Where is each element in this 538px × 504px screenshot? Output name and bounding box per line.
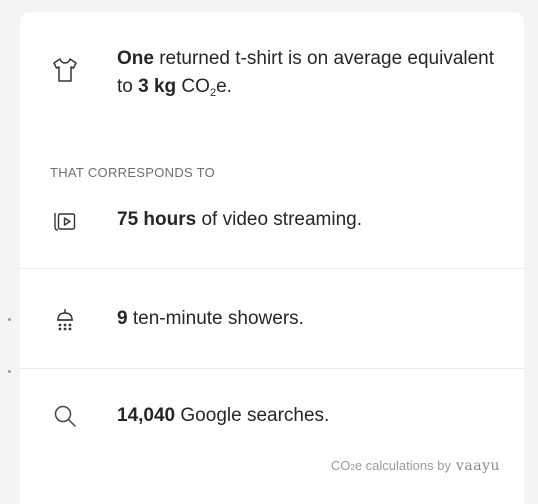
item-value: 75 hours (117, 209, 197, 230)
intro-unit-prefix: CO (176, 76, 210, 97)
vaayu-logo[interactable]: vaayu (456, 458, 500, 474)
item-text: 75 hours of video streaming. (117, 209, 362, 231)
edge-mark (8, 370, 11, 373)
tshirt-icon (50, 55, 80, 85)
intro-bold-amount: 3 kg (138, 76, 177, 97)
co2-equivalence-card: One returned t-shirt is on average equiv… (20, 12, 524, 504)
item-value: 14,040 (117, 405, 176, 426)
item-label: ten-minute showers. (127, 308, 304, 329)
item-text: 14,040 Google searches. (117, 405, 329, 427)
calculation-credit: CO 2 e calculations by vaayu (330, 458, 500, 474)
list-item: 9 ten-minute showers. (20, 270, 524, 368)
search-icon (52, 403, 78, 429)
intro-unit-suffix: e. (216, 76, 232, 97)
list-item: 75 hours of video streaming. (20, 171, 524, 269)
intro-bold-lead: One (117, 48, 154, 69)
item-value: 9 (117, 308, 128, 329)
item-label: of video streaming. (196, 209, 363, 230)
divider (20, 268, 524, 269)
list-item: 14,040 Google searches. (20, 367, 524, 465)
item-text: 9 ten-minute showers. (117, 308, 304, 330)
intro-statement: One returned t-shirt is on average equiv… (50, 45, 504, 101)
edge-mark (8, 318, 11, 321)
credit-prefix: CO (330, 458, 351, 473)
shower-icon (52, 306, 78, 332)
credit-suffix: e calculations by (354, 458, 451, 473)
intro-text: One returned t-shirt is on average equiv… (117, 45, 504, 101)
item-label: Google searches. (175, 405, 330, 426)
video-streaming-icon (52, 207, 78, 233)
